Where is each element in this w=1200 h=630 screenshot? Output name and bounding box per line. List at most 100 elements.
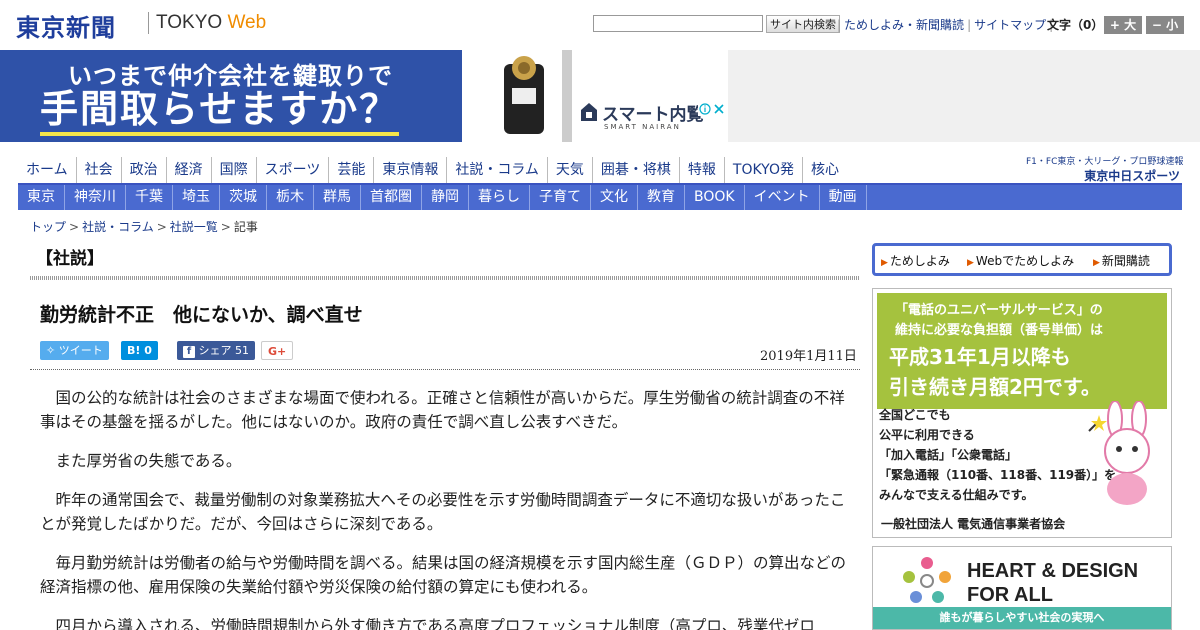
article-headline: 勤労統計不正 他にないか、調べ直せ	[40, 304, 363, 326]
nav2-item-tochigi[interactable]: 栃木	[267, 185, 314, 210]
ad2-body: 全国どこでも 公平に利用できる 「加入電話」「公衆電話」 「緊急通報（110番、…	[877, 405, 1116, 505]
ad-brand-name: スマート内覧	[602, 105, 704, 125]
nav2-item-chiba[interactable]: 千葉	[126, 185, 173, 210]
nav-item-tokuho[interactable]: 特報	[678, 157, 724, 183]
header-links: | ためしよみ・新聞購読 | サイトマップ |	[834, 16, 1056, 33]
nav2-item-book[interactable]: BOOK	[685, 185, 745, 210]
nav-item-economy[interactable]: 経済	[165, 157, 211, 183]
nav2-item-living[interactable]: 暮らし	[469, 185, 530, 210]
ad2-body-line: 「加入電話」「公衆電話」	[879, 448, 1018, 462]
article-paragraph: 国の公的な統計は社会のさまざまな場面で使われる。正確さと信頼性が高いからだ。厚生…	[40, 389, 845, 431]
site-search-button[interactable]: サイト内検索	[766, 15, 840, 33]
article-paragraph: 昨年の通常国会で、裁量労働制の対象業務拡大へその必要性を示す労働時間調査データに…	[40, 491, 846, 533]
house-lock-icon	[581, 103, 597, 121]
tab-web-trial-read[interactable]: ▶ Webでためしよみ	[967, 252, 1074, 269]
nav2-item-event[interactable]: イベント	[745, 185, 820, 210]
nav-item-tokyo-info[interactable]: 東京情報	[373, 157, 446, 183]
nav2-item-tokyo[interactable]: 東京	[18, 185, 65, 210]
universal-service-ad[interactable]: 「電話のユニバーサルサービス」の 維持に必要な負担額（番号単価）は 平成31年1…	[872, 288, 1172, 538]
nav-item-weather[interactable]: 天気	[546, 157, 592, 183]
breadcrumb-separator: >	[69, 220, 80, 234]
tab-subscribe-label: 新聞購読	[1101, 254, 1150, 268]
nav-item-sports[interactable]: スポーツ	[255, 157, 329, 183]
logo-en-part-b: Web	[227, 12, 267, 33]
link-separator: |	[967, 18, 972, 32]
sports-site-link[interactable]: F1・FC東京・大リーグ・プロ野球速報 東京中日スポーツ	[1026, 154, 1184, 184]
site-header: 東京新聞 TOKYO Web サイト内検索 | ためしよみ・新聞購読 | サイトマップ…	[0, 0, 1200, 48]
triangle-right-icon: ▶	[881, 258, 888, 268]
font-smaller-button[interactable]: − 小	[1146, 16, 1184, 34]
ad2-body-line: 全国どこでも	[879, 408, 951, 422]
font-bigger-button[interactable]: + 大	[1104, 16, 1142, 34]
lockbox-icon	[504, 56, 544, 134]
ad2-big2: 引き続き月額2円です。	[889, 375, 1101, 399]
logo-en-part-a: TOKYO	[156, 12, 223, 33]
ad-banner[interactable]: いつまで仲介会社を鍵取りで 手間取らせますか？ スマート内覧 SMART NAI…	[0, 50, 1200, 142]
header-link-subscribe[interactable]: ためしよみ・新聞購読	[844, 18, 964, 32]
breadcrumb-editorial-list[interactable]: 社説一覧	[170, 220, 218, 234]
nav2-item-kanagawa[interactable]: 神奈川	[65, 185, 126, 210]
nav-item-go-shogi[interactable]: 囲碁・将棋	[591, 157, 679, 183]
heart-design-ad[interactable]: HEART & DESIGN FOR ALL 誰もが暮らしやすい社会の実現へ	[872, 546, 1172, 630]
nav-item-editorial-column[interactable]: 社説・コラム	[446, 157, 547, 183]
facebook-icon: f	[183, 346, 195, 358]
site-logo-english[interactable]: TOKYO Web	[156, 12, 266, 34]
nav2-item-education[interactable]: 教育	[638, 185, 685, 210]
link-separator: |	[837, 18, 842, 32]
nav-item-tokyo-hatsu[interactable]: TOKYO発	[723, 157, 802, 183]
article-body: 国の公的な統計は社会のさまざまな場面で使われる。正確さと信頼性が高いからだ。厚生…	[40, 386, 846, 630]
facebook-share-button[interactable]: f シェア 51	[177, 341, 255, 360]
subscription-tabs: ▶ ためしよみ ▶ Webでためしよみ ▶ 新聞購読	[872, 243, 1172, 276]
section-divider	[30, 276, 860, 280]
tweet-button[interactable]: ✧ ツイート	[40, 341, 109, 360]
font-size-label: 文字（0）	[1047, 18, 1104, 32]
ad3-title: HEART & DESIGN FOR ALL	[967, 559, 1138, 607]
section-label: 【社説】	[36, 249, 104, 269]
nav2-item-saitama[interactable]: 埼玉	[173, 185, 220, 210]
header-link-sitemap[interactable]: サイトマップ	[974, 18, 1046, 32]
breadcrumb-editorial-column[interactable]: 社説・コラム	[82, 220, 154, 234]
headline-divider	[30, 369, 860, 370]
star-people-logo-icon	[903, 557, 951, 603]
nav-item-kakushin[interactable]: 核心	[801, 157, 847, 183]
ad2-line2: 維持に必要な負担額（番号単価）は	[895, 323, 1104, 338]
article-paragraph: 四月から導入される、労働時間規制から外す働き方である高度プロフェッショナル制度（…	[55, 617, 815, 630]
nav2-item-parenting[interactable]: 子育て	[530, 185, 591, 210]
site-logo[interactable]: 東京新聞	[16, 8, 116, 43]
ad2-body-line: 公平に利用できる	[879, 428, 975, 442]
ad-choices-icon[interactable]	[698, 102, 726, 116]
breadcrumb-separator: >	[156, 220, 167, 234]
google-plus-button[interactable]: G+	[261, 341, 294, 360]
ad2-header-panel: 「電話のユニバーサルサービス」の 維持に必要な負担額（番号単価）は 平成31年1…	[877, 293, 1167, 409]
ad2-body-line: みんなで支える仕組みです。	[879, 488, 1034, 502]
nav2-item-culture[interactable]: 文化	[591, 185, 638, 210]
nav2-item-shutoken[interactable]: 首都圏	[361, 185, 422, 210]
breadcrumb: トップ > 社説・コラム > 社説一覧 > 記事	[30, 218, 258, 235]
hatena-bookmark-button[interactable]: B! 0	[121, 341, 158, 360]
breadcrumb-top[interactable]: トップ	[30, 220, 66, 234]
nav2-item-ibaraki[interactable]: 茨城	[220, 185, 267, 210]
triangle-right-icon: ▶	[967, 258, 974, 268]
secondary-nav: 東京 神奈川 千葉 埼玉 茨城 栃木 群馬 首都圏 静岡 暮らし 子育て 文化 …	[18, 185, 1182, 210]
tweet-label: ツイート	[58, 344, 103, 357]
ad2-big1: 平成31年1月以降も	[889, 345, 1071, 369]
nav2-item-video[interactable]: 動画	[820, 185, 867, 210]
tab-subscribe[interactable]: ▶ 新聞購読	[1093, 252, 1150, 269]
ad3-title-line2: FOR ALL	[967, 584, 1053, 606]
nav-item-politics[interactable]: 政治	[120, 157, 166, 183]
nav-item-home[interactable]: ホーム	[18, 157, 76, 183]
nav2-item-shizuoka[interactable]: 静岡	[422, 185, 469, 210]
nav-item-international[interactable]: 国際	[210, 157, 256, 183]
ad-brand-sub: SMART NAIRAN	[604, 123, 681, 131]
ad-banner-product-image	[462, 50, 572, 142]
search-input[interactable]	[593, 15, 763, 32]
nav-item-entertainment[interactable]: 芸能	[328, 157, 373, 183]
breadcrumb-separator: >	[220, 220, 231, 234]
sports-link-line2: 東京中日スポーツ	[1084, 169, 1180, 183]
rabbit-mascot-icon	[1088, 401, 1150, 505]
sports-link-line1: F1・FC東京・大リーグ・プロ野球速報	[1026, 157, 1184, 167]
nav2-item-gunma[interactable]: 群馬	[314, 185, 361, 210]
tab-trial-read[interactable]: ▶ ためしよみ	[881, 252, 950, 269]
nav-item-society[interactable]: 社会	[75, 157, 121, 183]
ad-banner-text-panel: いつまで仲介会社を鍵取りで 手間取らせますか？	[0, 50, 462, 142]
